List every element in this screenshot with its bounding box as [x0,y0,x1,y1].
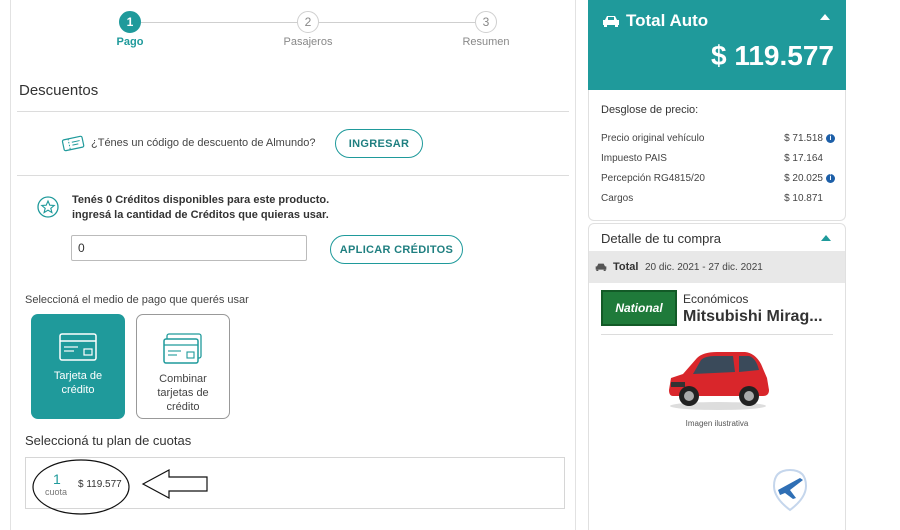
info-icon[interactable]: i [826,134,835,143]
ticket-icon [61,135,85,152]
installment-plan-label: Seleccioná tu plan de cuotas [25,433,192,448]
rental-dates: 20 dic. 2021 - 27 dic. 2021 [645,262,763,273]
breakdown-value: $ 10.871 [784,193,823,204]
coupon-row: ¿Ténes un código de descuento de Almundo… [61,128,315,158]
collapse-caret-icon[interactable] [820,14,830,20]
total-title: Total Auto [626,11,709,30]
breakdown-label: Impuesto PAIS [601,153,667,164]
checkout-main: 1 2 3 Pago Pasajeros Resumen Descuentos … [10,0,576,530]
aplicar-creditos-button[interactable]: APLICAR CRÉDITOS [330,235,463,264]
credits-info-line2: ingresá la cantidad de Créditos que quie… [72,209,329,221]
car-icon [603,16,619,27]
payment-option-label: Tarjeta de crédito [53,370,103,396]
annotation-ellipse [32,459,130,515]
annotation-arrow-icon [141,468,208,500]
detail-title: Detalle de tu compra [601,231,721,246]
credits-info-line1: Tenés 0 Créditos disponibles para este p… [72,194,330,206]
rental-brand-logo: National [601,290,677,326]
step-3-circle[interactable]: 3 [475,11,497,33]
step-1-label: Pago [116,36,144,48]
price-summary-panel: Total Auto $ 119.577 Desglose de precio:… [586,0,848,530]
breakdown-value: $ 20.025 [784,173,823,184]
breakdown-row: Cargos $ 10.871 [601,193,835,204]
step-1-circle[interactable]: 1 [119,11,141,33]
collapse-caret-icon[interactable] [821,235,831,241]
step-2-label: Pasajeros [283,36,333,48]
multiple-cards-icon [163,333,202,364]
payment-option-credit-card[interactable]: Tarjeta de crédito [31,314,125,419]
payment-option-combine-cards[interactable]: Combinar tarjetas de crédito [136,314,230,419]
total-amount: $ 119.577 [710,40,834,71]
credit-card-icon [59,333,97,361]
step-connector [141,22,307,23]
breakdown-value: $ 71.518 [784,133,823,144]
breakdown-row: Impuesto PAIS $ 17.164 [601,153,835,164]
total-card: Total Auto $ 119.577 [588,0,846,90]
step-connector [319,22,475,23]
breakdown-label: Percepción RG4815/20 [601,173,705,184]
step-3-label: Resumen [462,36,510,48]
payment-method-label: Seleccioná el medio de pago que querés u… [25,294,249,306]
car-name: Mitsubishi Mirag... [683,308,823,325]
detail-date-bar: Total 20 dic. 2021 - 27 dic. 2021 [589,251,845,283]
divider [17,175,569,176]
car-category: Económicos [683,292,749,306]
payment-option-label: Combinar tarjetas de crédito [157,373,209,413]
credits-input[interactable] [71,235,307,261]
breakdown-row: Percepción RG4815/20 $ 20.025 i [601,173,835,184]
breakdown-row: Precio original vehículo $ 71.518 i [601,133,835,144]
divider [601,334,833,335]
step-2-circle[interactable]: 2 [297,11,319,33]
divider [17,111,569,112]
image-caption: Imagen ilustrativa [685,419,749,428]
car-image [669,352,769,410]
breakdown-label: Precio original vehículo [601,133,705,144]
ingresar-button[interactable]: INGRESAR [335,129,423,158]
plane-pin-icon [772,468,808,512]
price-breakdown: Desglose de precio: Precio original vehí… [588,90,846,221]
breakdown-title: Desglose de precio: [601,104,699,116]
info-icon[interactable]: i [826,174,835,183]
coupon-prompt: ¿Ténes un código de descuento de Almundo… [91,137,316,149]
car-icon [595,263,607,271]
breakdown-label: Cargos [601,193,634,204]
discounts-title: Descuentos [19,82,99,99]
star-icon [37,196,59,218]
detail-total-label: Total [613,261,639,273]
watermark [770,468,892,518]
breakdown-value: $ 17.164 [784,153,823,164]
stepper: 1 2 3 Pago Pasajeros Resumen [11,5,577,55]
